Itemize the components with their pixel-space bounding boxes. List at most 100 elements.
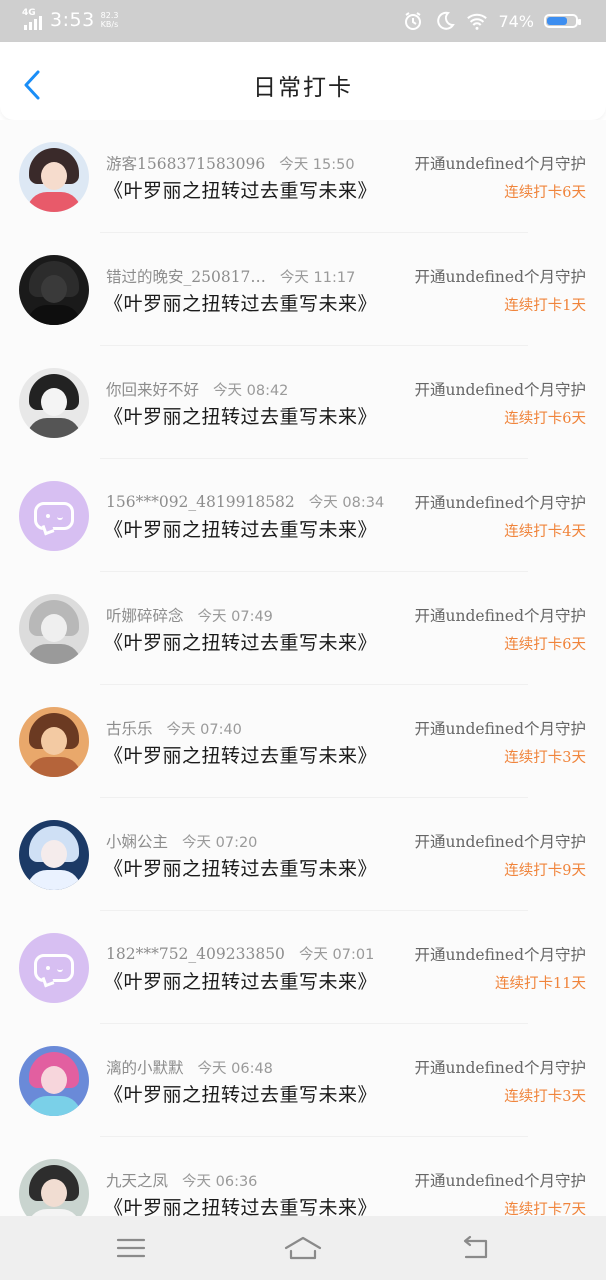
book-title[interactable]: 《叶罗丽之扭转过去重写未来》 [104, 402, 377, 429]
book-title[interactable]: 《叶罗丽之扭转过去重写未来》 [104, 741, 377, 768]
page-title: 日常打卡 [253, 75, 353, 101]
anime-girl-avatar[interactable] [19, 142, 89, 212]
guard-info: 开通undefined个月守护 [414, 607, 586, 625]
checkin-time: 今天 07:49 [197, 609, 273, 625]
home-button[interactable] [283, 1232, 323, 1264]
speed-value: 82.3 [100, 11, 119, 20]
manga-avatar[interactable] [19, 368, 89, 438]
user-name[interactable]: 小娴公主 [106, 833, 168, 851]
default-chat-avatar[interactable] [19, 933, 89, 1003]
checkin-time: 今天 08:34 [308, 495, 385, 511]
user-meta: 九天之凤 今天 06:36 [106, 1169, 257, 1191]
status-bar: 4G 3:53 82.3 KB/s 74% [0, 0, 606, 42]
user-name[interactable]: 你回来好不好 [106, 381, 199, 399]
do-not-disturb-moon-icon [434, 10, 456, 32]
checkin-time: 今天 07:20 [182, 835, 258, 851]
user-name[interactable]: 156***092_4819918582 [106, 493, 295, 511]
user-meta: 古乐乐 今天 07:40 [106, 717, 242, 739]
dark-photo-avatar[interactable] [19, 255, 89, 325]
user-meta: 错过的晚安_250817… 今天 11:17 [106, 265, 355, 287]
status-bar-right: 74% [402, 10, 581, 32]
streak-count: 连续打卡6天 [504, 637, 586, 653]
book-title[interactable]: 《叶罗丽之扭转过去重写未来》 [104, 1080, 377, 1107]
menu-button[interactable] [111, 1232, 151, 1264]
battery-level-fill [547, 17, 568, 25]
book-title[interactable]: 《叶罗丽之扭转过去重写未来》 [104, 1193, 377, 1216]
user-meta: 漓的小默默 今天 06:48 [106, 1056, 273, 1078]
list-item[interactable]: 听娜碎碎念 今天 07:49 开通undefined个月守护 《叶罗丽之扭转过去重… [0, 572, 606, 685]
streak-count: 连续打卡11天 [495, 976, 586, 992]
user-meta: 你回来好不好 今天 08:42 [106, 378, 288, 400]
user-name[interactable]: 182***752_409233850 [106, 945, 285, 963]
user-name[interactable]: 错过的晚安_250817… [106, 268, 266, 286]
sketch-girl-avatar[interactable] [19, 594, 89, 664]
user-meta: 182***752_409233850 今天 07:01 [106, 943, 374, 964]
checkin-time: 今天 15:50 [279, 157, 355, 173]
book-title[interactable]: 《叶罗丽之扭转过去重写未来》 [104, 515, 377, 542]
guard-info: 开通undefined个月守护 [414, 381, 586, 399]
checkin-time: 今天 06:36 [182, 1174, 258, 1190]
list-item[interactable]: 小娴公主 今天 07:20 开通undefined个月守护 《叶罗丽之扭转过去重写… [0, 798, 606, 911]
guard-info: 开通undefined个月守护 [414, 833, 586, 851]
home-icon [284, 1236, 322, 1260]
guard-info: 开通undefined个月守护 [414, 720, 586, 738]
streak-count: 连续打卡6天 [504, 411, 586, 427]
list-item[interactable]: 九天之凤 今天 06:36 开通undefined个月守护 《叶罗丽之扭转过去重写… [0, 1137, 606, 1216]
list-item[interactable]: 古乐乐 今天 07:40 开通undefined个月守护 《叶罗丽之扭转过去重写未… [0, 685, 606, 798]
battery-percent: 74% [498, 11, 534, 31]
speed-unit: KB/s [100, 20, 119, 29]
book-title[interactable]: 《叶罗丽之扭转过去重写未来》 [104, 176, 377, 203]
guard-info: 开通undefined个月守护 [414, 268, 586, 286]
streak-count: 连续打卡9天 [504, 863, 586, 879]
clock: 3:53 [50, 9, 95, 31]
streak-count: 连续打卡1天 [504, 298, 586, 314]
menu-icon [116, 1238, 146, 1258]
list-item[interactable]: 156***092_4819918582 今天 08:34 开通undefined… [0, 459, 606, 572]
back-nav-button[interactable] [456, 1232, 496, 1264]
book-title[interactable]: 《叶罗丽之扭转过去重写未来》 [104, 628, 377, 655]
book-title[interactable]: 《叶罗丽之扭转过去重写未来》 [104, 289, 377, 316]
user-meta: 小娴公主 今天 07:20 [106, 830, 257, 852]
header: 日常打卡 [0, 42, 606, 120]
guard-info: 开通undefined个月守护 [414, 946, 586, 964]
fairy-avatar[interactable] [19, 820, 89, 890]
streak-count: 连续打卡6天 [504, 185, 586, 201]
chat-bubble-icon [34, 954, 74, 982]
checkin-time: 今天 06:48 [197, 1061, 273, 1077]
book-title[interactable]: 《叶罗丽之扭转过去重写未来》 [104, 967, 377, 994]
user-meta: 游客1568371583096 今天 15:50 [106, 152, 355, 174]
list-item[interactable]: 漓的小默默 今天 06:48 开通undefined个月守护 《叶罗丽之扭转过去重… [0, 1024, 606, 1137]
book-title[interactable]: 《叶罗丽之扭转过去重写未来》 [104, 854, 377, 881]
alarm-icon [402, 10, 424, 32]
streak-count: 连续打卡3天 [504, 750, 586, 766]
guard-info: 开通undefined个月守护 [414, 494, 586, 512]
streak-count: 连续打卡4天 [504, 524, 586, 540]
guard-info: 开通undefined个月守护 [414, 1172, 586, 1190]
chat-bubble-icon [34, 502, 74, 530]
user-name[interactable]: 听娜碎碎念 [106, 607, 184, 625]
list-item[interactable]: 182***752_409233850 今天 07:01 开通undefined个… [0, 911, 606, 1024]
streak-count: 连续打卡3天 [504, 1089, 586, 1105]
signal-icon: 4G [22, 8, 46, 30]
back-arrow-icon [463, 1235, 488, 1259]
checkin-time: 今天 07:40 [166, 722, 242, 738]
status-bar-left: 4G 3:53 82.3 KB/s [22, 8, 119, 31]
colorful-anime-avatar[interactable] [19, 1046, 89, 1116]
system-nav-bar [0, 1216, 606, 1280]
user-meta: 听娜碎碎念 今天 07:49 [106, 604, 273, 626]
checkin-list: 游客1568371583096 今天 15:50 开通undefined个月守护 … [0, 120, 606, 1216]
user-name[interactable]: 古乐乐 [106, 720, 153, 738]
list-item[interactable]: 错过的晚安_250817… 今天 11:17 开通undefined个月守护 《叶… [0, 233, 606, 346]
default-chat-avatar[interactable] [19, 481, 89, 551]
list-item[interactable]: 你回来好不好 今天 08:42 开通undefined个月守护 《叶罗丽之扭转过去… [0, 346, 606, 459]
user-name[interactable]: 九天之凤 [106, 1172, 168, 1190]
battery-icon [544, 14, 581, 28]
warm-girl-avatar[interactable] [19, 707, 89, 777]
user-name[interactable]: 漓的小默默 [106, 1059, 184, 1077]
user-name[interactable]: 游客1568371583096 [106, 155, 265, 173]
list-item[interactable]: 游客1568371583096 今天 15:50 开通undefined个月守护 … [0, 120, 606, 233]
guard-info: 开通undefined个月守护 [414, 1059, 586, 1077]
white-dress-avatar[interactable] [19, 1159, 89, 1216]
wifi-icon [466, 10, 488, 32]
checkin-time: 今天 11:17 [279, 270, 356, 286]
